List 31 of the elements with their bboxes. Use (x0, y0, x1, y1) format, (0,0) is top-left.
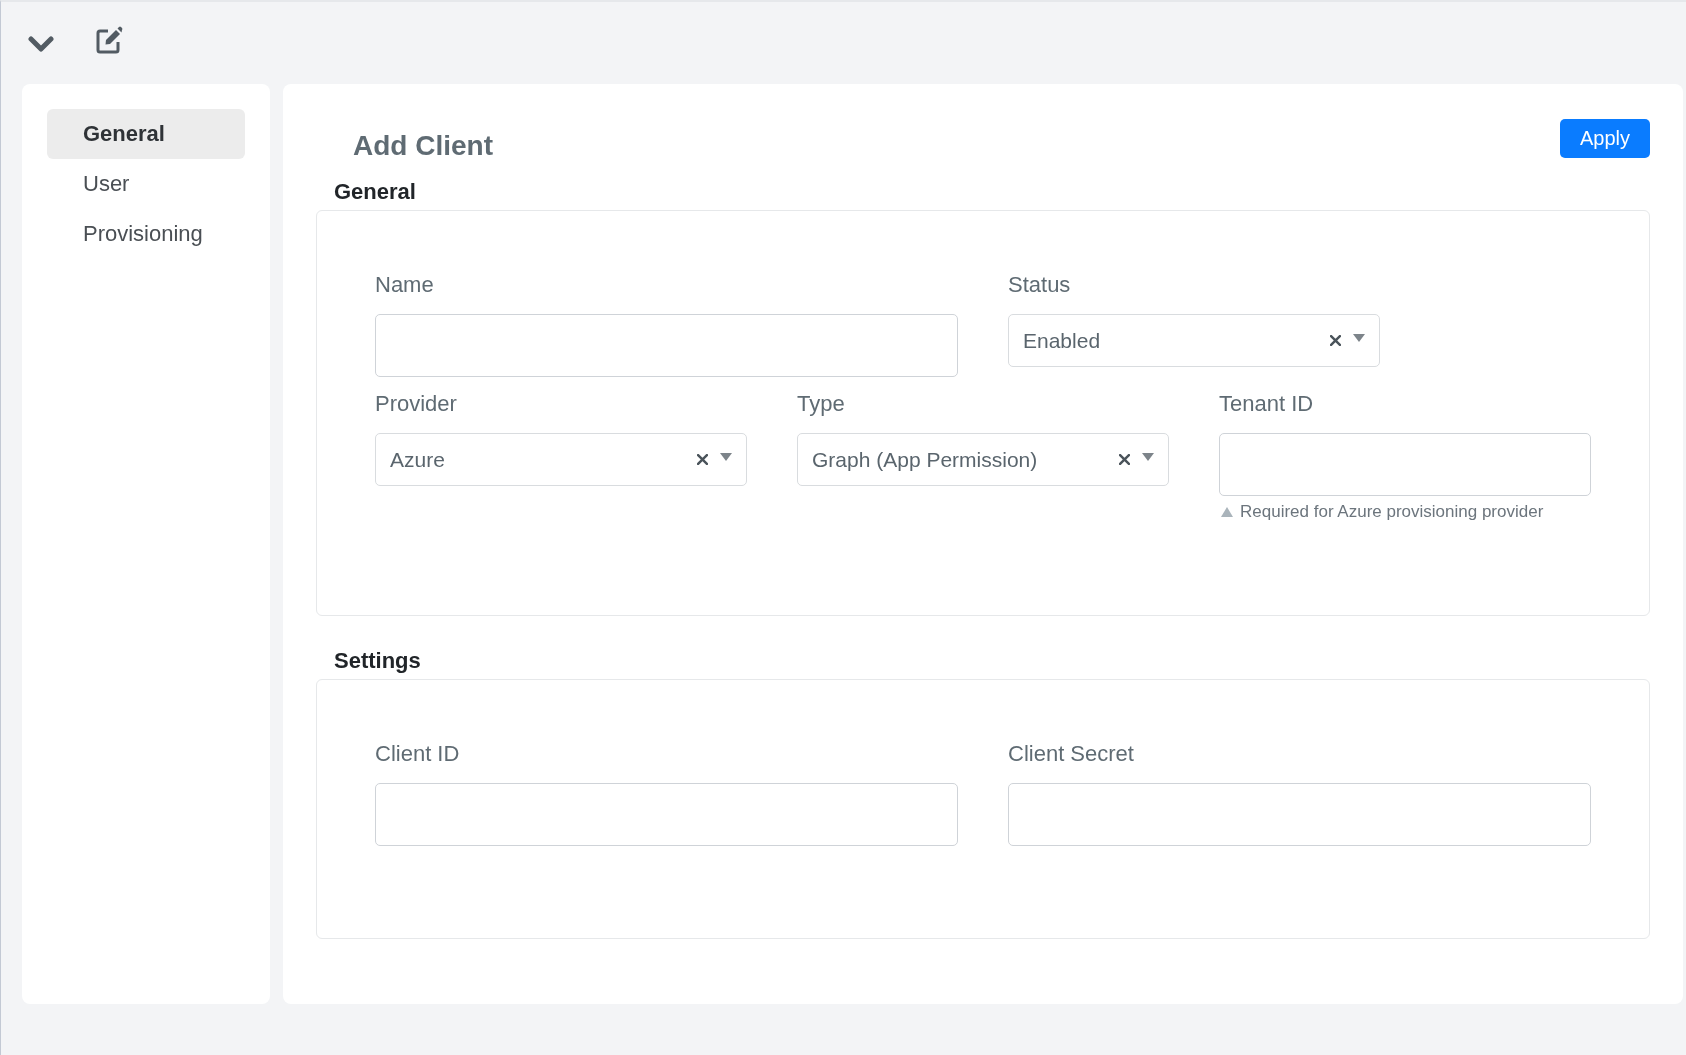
field-label: Client ID (375, 741, 460, 767)
input-field[interactable] (1219, 433, 1591, 496)
field-label: Name (375, 272, 434, 298)
input-field[interactable] (375, 783, 958, 846)
caret-icon (1142, 452, 1154, 461)
pencil-square-icon[interactable] (95, 26, 123, 54)
caret-icon (1353, 333, 1365, 342)
select-field[interactable]: Azure (375, 433, 747, 486)
clear-icon[interactable] (697, 454, 708, 465)
clear-icon[interactable] (1119, 454, 1130, 465)
section-heading: General (334, 179, 417, 205)
field-label: Provider (375, 391, 457, 417)
page-title: Add Client (353, 129, 493, 163)
field-label: Status (1008, 272, 1071, 298)
apply-button[interactable]: Apply (1559, 119, 1650, 158)
sidebar-item[interactable]: User (47, 159, 245, 209)
caret-icon (720, 452, 732, 461)
field-label: Type (797, 391, 845, 417)
hint-text: Required for Azure provisioning provider (1240, 501, 1544, 523)
field-label: Tenant ID (1219, 391, 1314, 417)
clear-icon[interactable] (1330, 335, 1341, 346)
sidebar-item[interactable]: Provisioning (47, 209, 245, 259)
input-field[interactable] (375, 314, 958, 377)
triangle-icon (1221, 507, 1233, 517)
field-label: Client Secret (1008, 741, 1134, 767)
chevron-down-icon[interactable] (28, 35, 54, 53)
select-field[interactable]: Graph (App Permission) (797, 433, 1169, 486)
input-field[interactable] (1008, 783, 1591, 846)
select-field[interactable]: Enabled (1008, 314, 1380, 367)
sidebar-item[interactable]: General (47, 109, 245, 159)
section-heading: Settings (334, 648, 422, 674)
